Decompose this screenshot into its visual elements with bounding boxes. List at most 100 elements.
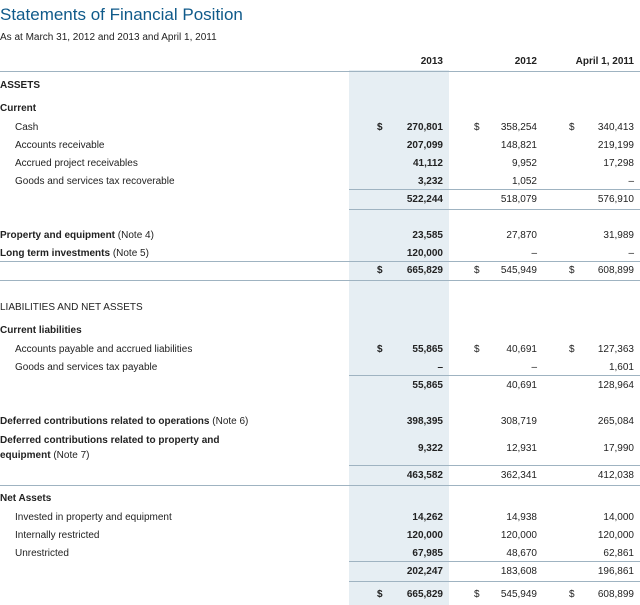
currency-symbol: $ <box>474 122 480 133</box>
internally-restricted-2012: 120,000 <box>500 530 537 541</box>
row-label-internally-restricted: Internally restricted <box>15 530 100 541</box>
currency-symbol: $ <box>569 122 575 133</box>
header-rule <box>0 71 640 72</box>
accrued-project-receivables-2011: 17,298 <box>603 158 634 169</box>
row-label-accrued-project-receivables: Accrued project receivables <box>15 158 138 169</box>
total-net-assets-2011: 196,861 <box>597 566 634 577</box>
section-rule <box>0 261 640 262</box>
row-label-deferred-property-line2: equipment (Note 7) <box>0 450 89 461</box>
accrued-project-receivables-2012: 9,952 <box>511 158 537 169</box>
row-label-accounts-receivable: Accounts receivable <box>15 140 105 151</box>
row-label-gst-recoverable: Goods and services tax recoverable <box>15 176 175 187</box>
current-assets-total-2011: 576,910 <box>597 194 634 205</box>
grand-total-2013: 665,829 <box>406 589 443 600</box>
gst-payable-2013: – <box>437 362 443 373</box>
currency-symbol: $ <box>377 344 383 355</box>
gst-recoverable-2012: 1,052 <box>511 176 537 187</box>
gst-recoverable-2013: 3,232 <box>417 176 443 187</box>
long-term-investments-note: (Note 5) <box>112 248 149 259</box>
assets-heading: ASSETS <box>0 80 41 91</box>
internally-restricted-2013: 120,000 <box>406 530 443 541</box>
unrestricted-2011: 62,861 <box>603 548 634 559</box>
column-header-2011: April 1, 2011 <box>575 56 634 67</box>
row-label-unrestricted: Unrestricted <box>15 548 69 559</box>
gst-payable-2011: 1,601 <box>608 362 634 373</box>
total-liabilities-2012: 362,341 <box>500 470 537 481</box>
currency-symbol: $ <box>474 265 480 276</box>
accounts-payable-2013: 55,865 <box>412 344 443 355</box>
column-header-2013: 2013 <box>420 56 443 67</box>
property-equipment-2013: 23,585 <box>412 230 443 241</box>
deferred-operations-2011: 265,084 <box>597 416 634 427</box>
currency-symbol: $ <box>569 265 575 276</box>
current-assets-total-2013: 522,244 <box>406 194 443 205</box>
current-liabilities-total-2011: 128,964 <box>597 380 634 391</box>
unrestricted-2013: 67,985 <box>412 548 443 559</box>
accounts-receivable-2011: 219,199 <box>597 140 634 151</box>
row-label-invested-property: Invested in property and equipment <box>15 512 172 523</box>
currency-symbol: $ <box>474 589 480 600</box>
long-term-investments-2011: – <box>628 248 634 259</box>
total-net-assets-2012: 183,608 <box>500 566 537 577</box>
subtotal-rule <box>349 375 640 376</box>
deferred-operations-note: (Note 6) <box>212 416 249 427</box>
current-assets-total-2012: 518,079 <box>500 194 537 205</box>
current-liabilities-total-2013: 55,865 <box>412 380 443 391</box>
total-net-assets-2013: 202,247 <box>406 566 443 577</box>
deferred-property-note: (Note 7) <box>53 450 90 461</box>
currency-symbol: $ <box>377 265 383 276</box>
deferred-operations-2012: 308,719 <box>500 416 537 427</box>
total-assets-2012: 545,949 <box>500 265 537 276</box>
deferred-operations-2013: 398,395 <box>406 416 443 427</box>
subtotal-rule <box>349 209 640 210</box>
subtotal-rule <box>349 465 640 466</box>
current-liabilities-total-2012: 40,691 <box>506 380 537 391</box>
row-label-cash: Cash <box>15 122 39 133</box>
row-label-deferred-operations: Deferred contributions related to operat… <box>0 416 248 427</box>
section-rule <box>0 280 640 281</box>
gst-recoverable-2011: – <box>628 176 634 187</box>
page-title: Statements of Financial Position <box>0 5 243 24</box>
deferred-property-2012: 12,931 <box>506 443 537 454</box>
deferred-operations-label: Deferred contributions related to operat… <box>0 416 210 427</box>
property-equipment-note: (Note 4) <box>117 230 154 241</box>
page-subtitle: As at March 31, 2012 and 2013 and April … <box>0 32 217 43</box>
deferred-property-2011: 17,990 <box>603 443 634 454</box>
currency-symbol: $ <box>377 589 383 600</box>
long-term-investments-2013: 120,000 <box>406 248 443 259</box>
subtotal-rule <box>349 561 640 562</box>
deferred-property-2013: 9,322 <box>417 443 443 454</box>
accounts-receivable-2012: 148,821 <box>500 140 537 151</box>
row-label-accounts-payable: Accounts payable and accrued liabilities <box>15 344 193 355</box>
subtotal-rule <box>349 189 640 190</box>
unrestricted-2012: 48,670 <box>506 548 537 559</box>
property-equipment-2011: 31,989 <box>603 230 634 241</box>
liabilities-heading: LIABILITIES AND NET ASSETS <box>0 302 143 313</box>
property-equipment-label: Property and equipment <box>0 230 116 241</box>
column-header-2012: 2012 <box>514 56 537 67</box>
cash-2012: 358,254 <box>500 122 537 133</box>
internally-restricted-2011: 120,000 <box>597 530 634 541</box>
net-assets-heading: Net Assets <box>0 493 52 504</box>
accrued-project-receivables-2013: 41,112 <box>412 158 443 169</box>
total-assets-2011: 608,899 <box>597 265 634 276</box>
row-label-gst-payable: Goods and services tax payable <box>15 362 158 373</box>
currency-symbol: $ <box>474 344 480 355</box>
accounts-receivable-2013: 207,099 <box>406 140 443 151</box>
cash-2011: 340,413 <box>597 122 634 133</box>
total-liabilities-2013: 463,582 <box>406 470 443 481</box>
property-equipment-2012: 27,870 <box>506 230 537 241</box>
currency-symbol: $ <box>377 122 383 133</box>
deferred-property-label-line1: Deferred contributions related to proper… <box>0 435 220 446</box>
section-rule <box>0 485 640 486</box>
subtotal-rule <box>349 581 640 582</box>
row-label-long-term-investments: Long term investments (Note 5) <box>0 248 149 259</box>
current-liabilities-heading: Current liabilities <box>0 325 82 336</box>
gst-payable-2012: – <box>531 362 537 373</box>
total-liabilities-2011: 412,038 <box>597 470 634 481</box>
deferred-property-label-line2: equipment <box>0 450 51 461</box>
total-assets-2013: 665,829 <box>406 265 443 276</box>
invested-property-2012: 14,938 <box>506 512 537 523</box>
grand-total-2012: 545,949 <box>500 589 537 600</box>
invested-property-2013: 14,262 <box>412 512 443 523</box>
